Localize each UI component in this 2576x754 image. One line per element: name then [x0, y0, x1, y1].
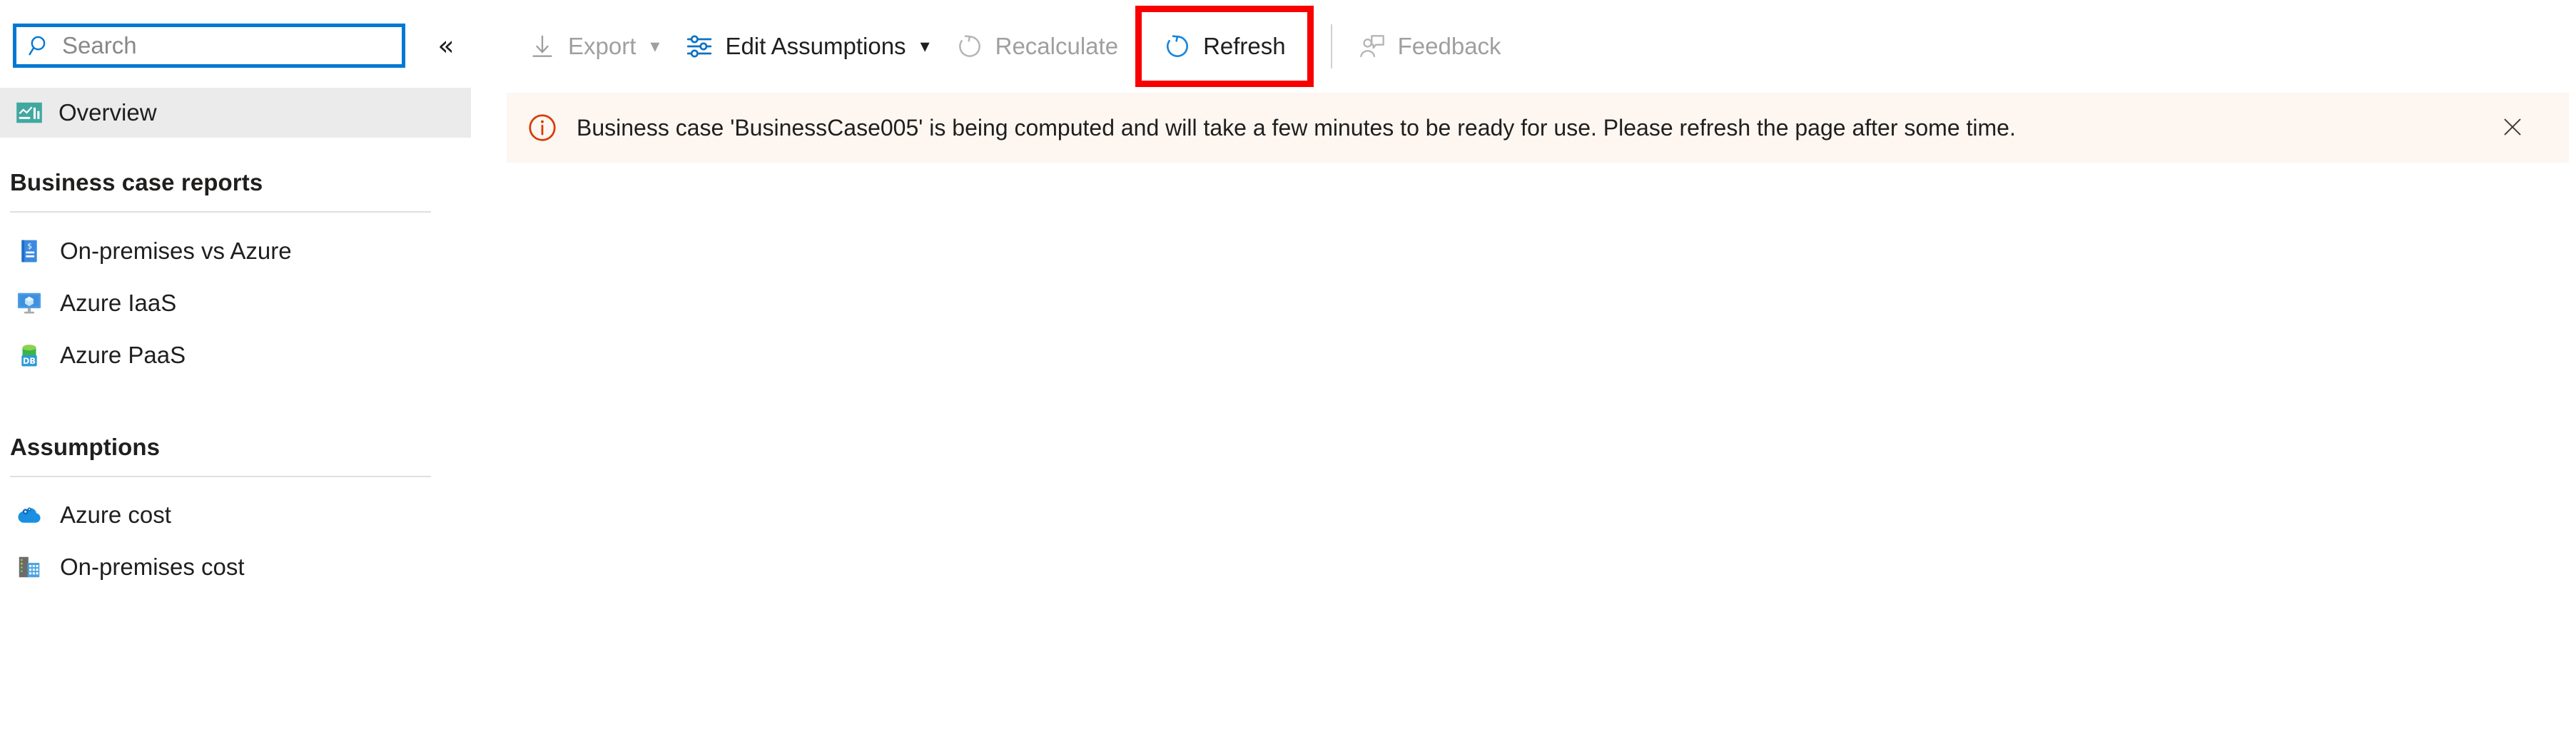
sidebar-item-label: Azure IaaS — [60, 290, 177, 316]
cost-report-icon: $ — [16, 238, 43, 265]
chevron-down-icon: ▾ — [920, 36, 930, 57]
report-content-area — [500, 163, 2576, 754]
edit-assumptions-button[interactable]: Edit Assumptions ▾ — [672, 18, 942, 75]
azure-cloud-cost-icon — [16, 501, 43, 529]
close-icon — [2500, 115, 2525, 141]
sidebar-item-label: On-premises cost — [60, 554, 245, 580]
sidebar-item-on-premises-vs-azure[interactable]: $ On-premises vs Azure — [0, 228, 471, 274]
recalculate-label: Recalculate — [995, 33, 1119, 59]
sidebar-item-label: Azure PaaS — [60, 342, 186, 368]
search-icon — [28, 34, 52, 58]
download-icon — [528, 32, 557, 61]
overview-chart-icon — [16, 99, 43, 126]
sidebar-item-azure-paas[interactable]: DB Azure PaaS — [0, 332, 471, 378]
recalculate-icon — [955, 32, 984, 61]
close-banner-button[interactable] — [2493, 108, 2532, 147]
sidebar-section-divider — [10, 476, 431, 477]
refresh-label: Refresh — [1203, 33, 1286, 59]
sidebar-item-label: On-premises vs Azure — [60, 238, 292, 264]
main-content: Export ▾ Edit Assumptions ▾ Recalculate … — [500, 0, 2576, 754]
info-message-text: Business case 'BusinessCase005' is being… — [577, 115, 2016, 141]
feedback-person-icon — [1358, 32, 1386, 61]
refresh-button[interactable]: Refresh — [1150, 18, 1299, 75]
toolbar-divider — [1330, 24, 1332, 68]
azure-database-icon: DB — [16, 342, 43, 369]
sidebar-item-azure-iaas[interactable]: Azure IaaS — [0, 280, 471, 326]
refresh-icon — [1163, 32, 1192, 61]
sidebar-item-overview[interactable]: Overview — [0, 88, 471, 138]
sidebar: « Overview Business case reports — [0, 0, 500, 754]
chevron-double-left-icon: « — [437, 30, 455, 61]
business-case-page: « Overview Business case reports — [0, 0, 2576, 754]
sidebar-section-title-business-case-reports: Business case reports — [10, 169, 263, 195]
search-box[interactable] — [13, 24, 405, 68]
recalculate-button[interactable]: Recalculate — [943, 18, 1131, 75]
sliders-icon — [685, 32, 714, 61]
feedback-label: Feedback — [1397, 33, 1501, 59]
search-input[interactable] — [62, 30, 362, 61]
edit-assumptions-label: Edit Assumptions — [725, 33, 906, 59]
command-bar: Export ▾ Edit Assumptions ▾ Recalculate … — [500, 0, 2576, 93]
sidebar-item-label: Azure cost — [60, 501, 171, 528]
info-message-bar: Business case 'BusinessCase005' is being… — [507, 93, 2569, 163]
info-circle-icon — [527, 112, 558, 143]
on-premises-server-icon — [16, 554, 43, 581]
feedback-button[interactable]: Feedback — [1345, 18, 1514, 75]
sidebar-item-azure-cost[interactable]: Azure cost — [0, 492, 471, 538]
sidebar-item-on-premises-cost[interactable]: On-premises cost — [0, 544, 471, 590]
export-button[interactable]: Export ▾ — [515, 18, 672, 75]
collapse-sidebar-button[interactable]: « — [425, 25, 467, 66]
chevron-down-icon: ▾ — [650, 36, 660, 57]
sidebar-search-row: « — [0, 24, 500, 68]
export-label: Export — [568, 33, 637, 59]
sidebar-item-label: Overview — [59, 99, 157, 126]
azure-vm-icon — [16, 290, 43, 317]
refresh-highlight-box: Refresh — [1135, 6, 1314, 87]
sidebar-section-divider — [10, 211, 431, 213]
svg-text:$: $ — [27, 241, 32, 250]
sidebar-section-title-assumptions: Assumptions — [10, 434, 161, 460]
svg-text:DB: DB — [23, 357, 36, 366]
